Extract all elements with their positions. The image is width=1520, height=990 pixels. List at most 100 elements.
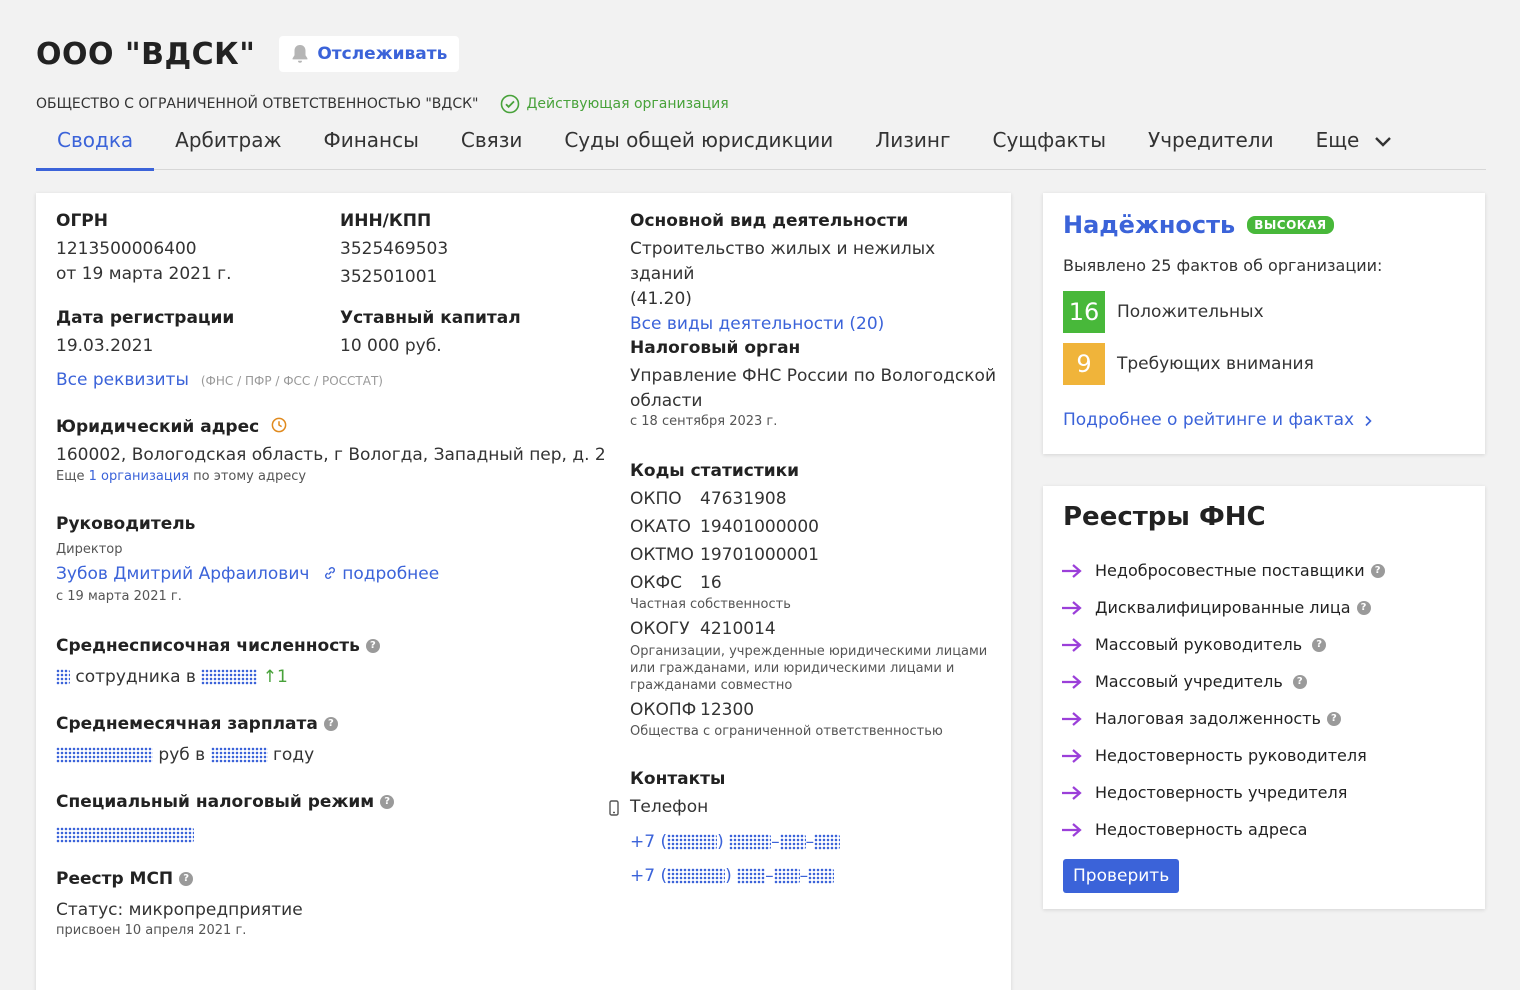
okfs-label: ОКФС bbox=[630, 573, 682, 593]
arrow-right-icon bbox=[1062, 822, 1082, 837]
attention-facts-row[interactable]: 9 Требующих внимания bbox=[1063, 343, 1314, 385]
hidden-phone-blur[interactable] bbox=[773, 868, 800, 884]
fns-item[interactable]: Дисквалифицированные лица? bbox=[1061, 589, 1385, 626]
capital-block: Уставный капитал 10 000 руб. bbox=[340, 308, 600, 359]
fns-item[interactable]: Недобросовестные поставщики? bbox=[1061, 552, 1385, 589]
link-icon bbox=[324, 567, 335, 579]
contacts-block: Контакты Телефон +7 () – – +7 () – – bbox=[608, 769, 998, 889]
hidden-year-blur[interactable] bbox=[210, 747, 268, 763]
inn-value: 3525469503 bbox=[340, 239, 449, 259]
tax-regime-block: Специальный налоговый режим? bbox=[56, 792, 616, 843]
director-name-link[interactable]: Зубов Дмитрий Арфаилович bbox=[56, 564, 309, 584]
help-icon[interactable]: ? bbox=[179, 872, 194, 886]
tax-regime-value bbox=[56, 824, 616, 843]
hidden-phone-blur[interactable] bbox=[667, 868, 726, 884]
hidden-phone-blur[interactable] bbox=[779, 834, 806, 850]
stat-codes-label: Коды статистики bbox=[630, 461, 800, 481]
follow-button[interactable]: Отслеживать bbox=[279, 36, 460, 72]
tab-courts[interactable]: Суды общей юрисдикции bbox=[543, 118, 854, 170]
fns-item[interactable]: Массовый учредитель? bbox=[1061, 663, 1385, 700]
company-header: ООО "ВДСК" Отслеживать ОБЩЕСТВО С ОГРАНИ… bbox=[36, 36, 1486, 114]
tax-authority-block: Налоговый орган Управление ФНС России по… bbox=[630, 338, 1000, 429]
tab-bar: Сводка Арбитраж Финансы Связи Суды общей… bbox=[36, 118, 1486, 171]
phone-number-1[interactable]: +7 () – – bbox=[630, 830, 998, 855]
salary-block: Среднемесячная зарплата? руб в году bbox=[56, 714, 616, 768]
help-icon[interactable]: ? bbox=[365, 639, 380, 653]
help-icon[interactable]: ? bbox=[1326, 711, 1341, 726]
tab-summary[interactable]: Сводка bbox=[36, 118, 155, 171]
history-clock-icon[interactable] bbox=[271, 417, 287, 433]
help-icon[interactable]: ? bbox=[1370, 563, 1385, 578]
reliability-summary: Выявлено 25 фактов об организации: bbox=[1063, 256, 1383, 275]
headcount-change: ↑1 bbox=[262, 667, 288, 687]
hidden-phone-blur[interactable] bbox=[667, 834, 718, 850]
fns-item[interactable]: Налоговая задолженность? bbox=[1061, 700, 1385, 737]
status-text: Действующая организация bbox=[526, 96, 729, 112]
hidden-phone-blur[interactable] bbox=[737, 868, 766, 884]
rating-details-link[interactable]: Подробнее о рейтинге и фактах bbox=[1063, 408, 1372, 433]
okfs-row: ОКФС 16 bbox=[630, 571, 1000, 597]
hidden-phone-blur[interactable] bbox=[729, 834, 772, 850]
fns-item-label: Недостоверность учредителя bbox=[1095, 783, 1348, 802]
reliability-title[interactable]: Надёжность bbox=[1063, 211, 1235, 239]
tax-authority-label: Налоговый орган bbox=[630, 338, 801, 358]
fns-item[interactable]: Недостоверность руководителя bbox=[1061, 737, 1385, 774]
salary-label-row: Среднемесячная зарплата? bbox=[56, 714, 616, 734]
tab-material-facts[interactable]: Сущфакты bbox=[971, 118, 1127, 170]
arrow-right-icon bbox=[1062, 674, 1082, 689]
all-requisites-note: (ФНС / ПФР / ФСС / РОССТАТ) bbox=[200, 373, 383, 388]
hidden-value-blur[interactable] bbox=[56, 747, 153, 763]
tab-more[interactable]: Еще bbox=[1295, 118, 1413, 170]
fns-item-label: Массовый руководитель bbox=[1095, 635, 1303, 654]
director-since: с 19 марта 2021 г. bbox=[56, 589, 182, 604]
positive-facts-row[interactable]: 16 Положительных bbox=[1063, 291, 1264, 333]
okogu-desc-1: Организации, учрежденные юридическими ли… bbox=[630, 644, 988, 659]
tab-arbitration[interactable]: Арбитраж bbox=[154, 118, 302, 170]
hidden-value-blur[interactable] bbox=[56, 826, 194, 843]
okogu-label: ОКОГУ bbox=[630, 619, 690, 639]
tab-finance[interactable]: Финансы bbox=[302, 118, 439, 170]
help-icon[interactable]: ? bbox=[380, 795, 395, 809]
follow-label: Отслеживать bbox=[317, 44, 448, 64]
address-more-link[interactable]: 1 организация bbox=[89, 469, 189, 484]
headcount-label: Среднесписочная численность bbox=[56, 636, 360, 656]
reliability-card: Надёжность ВЫСОКАЯ Выявлено 25 фактов об… bbox=[1043, 193, 1485, 454]
hidden-phone-blur[interactable] bbox=[808, 868, 835, 884]
hidden-year-blur[interactable] bbox=[201, 669, 258, 685]
help-icon[interactable]: ? bbox=[1356, 600, 1371, 615]
fns-item[interactable]: Недостоверность адреса bbox=[1061, 811, 1385, 848]
tab-links[interactable]: Связи bbox=[440, 118, 543, 170]
phone-number-2[interactable]: +7 () – – bbox=[630, 864, 998, 889]
okato-row: ОКАТО 19401000000 bbox=[630, 515, 1000, 543]
hidden-value-blur[interactable] bbox=[56, 669, 70, 685]
hidden-phone-blur[interactable] bbox=[814, 834, 841, 850]
chevron-right-icon bbox=[1365, 415, 1372, 426]
fns-item[interactable]: Недостоверность учредителя bbox=[1061, 774, 1385, 811]
arrow-right-icon bbox=[1062, 563, 1082, 578]
bell-icon bbox=[292, 45, 308, 63]
positive-label: Положительных bbox=[1117, 301, 1264, 322]
fns-item[interactable]: Массовый руководитель? bbox=[1061, 626, 1385, 663]
help-icon[interactable]: ? bbox=[1312, 637, 1327, 652]
tab-founders[interactable]: Учредители bbox=[1127, 118, 1295, 170]
all-requisites-link[interactable]: Все реквизиты bbox=[56, 368, 189, 393]
chevron-down-icon bbox=[1374, 136, 1391, 147]
help-icon[interactable]: ? bbox=[1292, 674, 1307, 689]
director-details-link[interactable]: подробнее bbox=[342, 564, 439, 584]
okato-value: 19401000000 bbox=[700, 517, 819, 537]
capital-label: Уставный капитал bbox=[340, 308, 521, 328]
all-activities-link[interactable]: Все виды деятельности (20) bbox=[630, 312, 1000, 337]
address-block: Юридический адрес 160002, Вологодская об… bbox=[56, 417, 616, 484]
kpp-value: 352501001 bbox=[340, 267, 438, 287]
headcount-value-row: сотрудника в ↑1 bbox=[56, 665, 616, 690]
address-more: Еще 1 организация по этому адресу bbox=[56, 469, 616, 484]
okpo-label: ОКПО bbox=[630, 489, 682, 509]
tab-leasing[interactable]: Лизинг bbox=[854, 118, 971, 170]
director-name-row: Зубов Дмитрий Арфаилович подробнее bbox=[56, 562, 616, 587]
fns-item-label: Недобросовестные поставщики bbox=[1095, 561, 1365, 580]
fns-item-label: Недостоверность руководителя bbox=[1095, 746, 1367, 765]
okopf-row: ОКОПФ 12300 bbox=[630, 698, 1000, 724]
address-more-suffix: по этому адресу bbox=[193, 469, 307, 484]
check-button[interactable]: Проверить bbox=[1063, 859, 1180, 893]
help-icon[interactable]: ? bbox=[323, 717, 338, 731]
